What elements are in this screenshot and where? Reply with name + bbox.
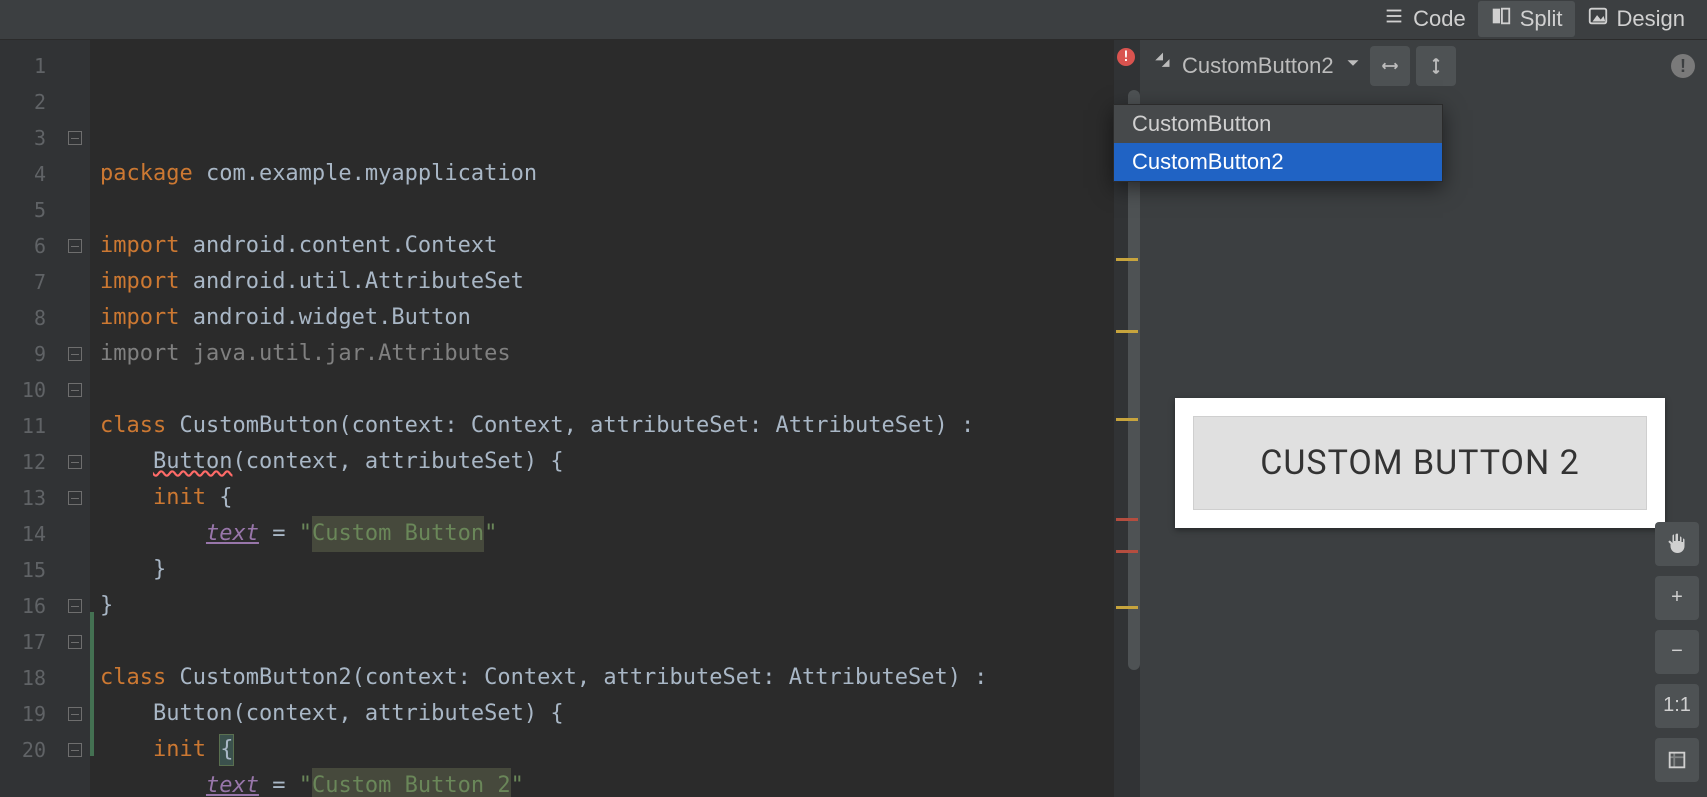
fold-toggle-icon[interactable] [68,707,82,721]
view-mode-split-label: Split [1520,6,1563,32]
code-line[interactable]: import android.widget.Button [100,300,1114,336]
line-number: 14 [0,516,46,552]
code-line[interactable]: Button(context, attributeSet) { [100,444,1114,480]
code-line[interactable]: init { [100,732,1114,768]
line-number: 9 [0,336,46,372]
code-line[interactable]: import java.util.jar.Attributes [100,336,1114,372]
fold-toggle-icon[interactable] [68,491,82,505]
code-line[interactable] [100,192,1114,228]
rendered-button: CUSTOM BUTTON 2 [1193,416,1647,510]
view-mode-code[interactable]: Code [1371,1,1478,37]
fold-toggle-icon[interactable] [68,239,82,253]
code-line[interactable]: init { [100,480,1114,516]
line-number: 5 [0,192,46,228]
error-indicator-icon[interactable]: ! [1117,48,1135,66]
line-number: 4 [0,156,46,192]
code-line[interactable]: text = "Custom Button" [100,516,1114,552]
warning-marker[interactable] [1116,330,1138,333]
line-number: 15 [0,552,46,588]
line-number: 7 [0,264,46,300]
chevron-down-icon [1342,52,1364,80]
code-line[interactable]: import android.content.Context [100,228,1114,264]
view-mode-split[interactable]: Split [1478,1,1575,37]
line-number: 10 [0,372,46,408]
fold-gutter [60,40,90,797]
line-number: 2 [0,84,46,120]
code-line[interactable] [100,624,1114,660]
main-split: 1234567891011121314151617181920 package … [0,40,1707,797]
line-number: 17 [0,624,46,660]
line-number: 11 [0,408,46,444]
preview-view-selector[interactable]: CustomButton2 [1152,52,1364,80]
code-line[interactable]: Button(context, attributeSet) { [100,696,1114,732]
image-icon [1587,5,1609,33]
preview-dropdown-option[interactable]: CustomButton [1114,105,1442,143]
code-line[interactable]: } [100,588,1114,624]
preview-issues-badge[interactable]: ! [1671,54,1695,78]
warning-marker[interactable] [1116,606,1138,609]
line-number: 13 [0,480,46,516]
line-number: 1 [0,48,46,84]
view-mode-code-label: Code [1413,6,1466,32]
fold-toggle-icon[interactable] [68,383,82,397]
warning-marker[interactable] [1116,418,1138,421]
split-icon [1490,5,1512,33]
code-line[interactable]: class CustomButton(context: Context, att… [100,408,1114,444]
list-icon [1383,5,1405,33]
pan-tool[interactable] [1655,522,1699,566]
code-line[interactable] [100,372,1114,408]
preview-view-dropdown[interactable]: CustomButtonCustomButton2 [1113,104,1443,182]
orientation-vertical-button[interactable] [1416,46,1456,86]
code-text-area[interactable]: package com.example.myapplication import … [90,40,1114,797]
tools-icon [1152,52,1174,80]
code-line[interactable]: } [100,552,1114,588]
line-number: 18 [0,660,46,696]
zoom-out-tool[interactable]: − [1655,630,1699,674]
code-line[interactable]: text = "Custom Button 2" [100,768,1114,797]
fold-toggle-icon[interactable] [68,131,82,145]
fold-toggle-icon[interactable] [68,599,82,613]
code-line[interactable]: import android.util.AttributeSet [100,264,1114,300]
warning-marker[interactable] [1116,258,1138,261]
orientation-horizontal-button[interactable] [1370,46,1410,86]
fold-toggle-icon[interactable] [68,347,82,361]
preview-canvas[interactable]: CUSTOM BUTTON 2 + − 1:1 [1140,92,1707,797]
fold-toggle-icon[interactable] [68,635,82,649]
code-line[interactable]: class CustomButton2(context: Context, at… [100,660,1114,696]
code-line[interactable]: package com.example.myapplication [100,156,1114,192]
preview-zoom-tools: + − 1:1 [1655,522,1699,782]
view-mode-design-label: Design [1617,6,1685,32]
error-marker[interactable] [1116,550,1138,553]
zoom-actual-tool[interactable]: 1:1 [1655,684,1699,728]
preview-toolbar: CustomButton2 ! [1140,40,1707,92]
preview-rendered-widget: CUSTOM BUTTON 2 [1175,398,1665,528]
line-number: 16 [0,588,46,624]
preview-view-selector-label: CustomButton2 [1182,53,1334,79]
fold-toggle-icon[interactable] [68,455,82,469]
line-number: 8 [0,300,46,336]
view-mode-design[interactable]: Design [1575,1,1697,37]
view-mode-toolbar: Code Split Design [0,0,1707,40]
fold-toggle-icon[interactable] [68,743,82,757]
line-number: 19 [0,696,46,732]
zoom-in-tool[interactable]: + [1655,576,1699,620]
line-number: 12 [0,444,46,480]
preview-dropdown-option[interactable]: CustomButton2 [1114,143,1442,181]
line-number: 3 [0,120,46,156]
line-number-gutter: 1234567891011121314151617181920 [0,40,60,797]
code-editor[interactable]: 1234567891011121314151617181920 package … [0,40,1140,797]
error-marker[interactable] [1116,518,1138,521]
line-number: 20 [0,732,46,768]
vcs-change-marker [90,612,94,756]
line-number: 6 [0,228,46,264]
zoom-fit-tool[interactable] [1655,738,1699,782]
